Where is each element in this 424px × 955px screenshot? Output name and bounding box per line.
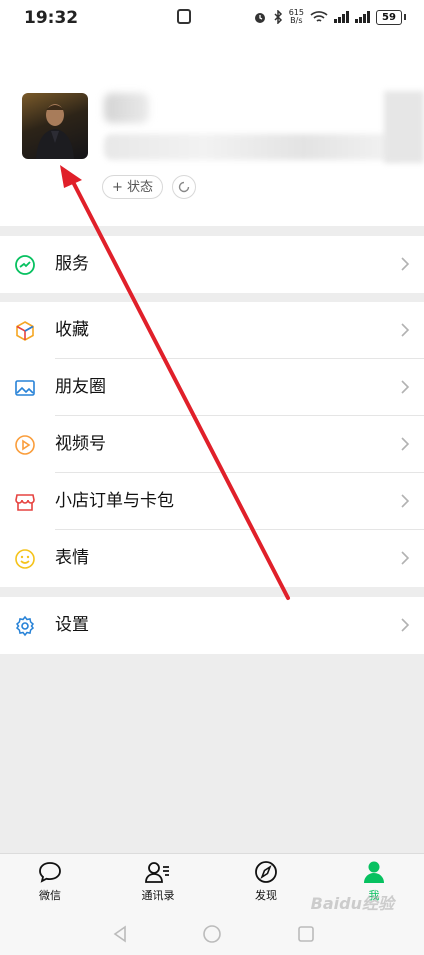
settings-section: 设置	[0, 597, 424, 654]
wechat-id-blurred[interactable]	[104, 134, 404, 160]
qr-area-blurred[interactable]	[384, 91, 424, 163]
battery-icon: 59	[376, 9, 406, 25]
nickname-blurred	[104, 93, 149, 123]
tab-label: 通讯录	[141, 889, 175, 902]
tab-label: 微信	[39, 889, 61, 902]
tab-contacts[interactable]: 通讯录	[118, 860, 198, 903]
moments-picture-icon	[15, 380, 35, 396]
menu-label: 表情	[55, 548, 89, 568]
alarm-icon	[254, 13, 265, 23]
menu-item-settings[interactable]: 设置	[0, 597, 424, 654]
chat-bubble-icon	[39, 862, 61, 883]
net-speed: 615 B/s	[288, 8, 304, 25]
status-refresh-button[interactable]	[172, 175, 196, 199]
chevron-right-icon	[401, 257, 410, 271]
avatar[interactable]	[22, 93, 88, 159]
chevron-right-icon	[401, 323, 410, 337]
tab-chats[interactable]: 微信	[10, 860, 90, 903]
favorites-cube-icon	[16, 321, 34, 341]
menu-label: 视频号	[55, 434, 106, 454]
profile-header: + 状态	[0, 36, 424, 226]
status-icons: 615 B/s 59	[253, 8, 406, 25]
bluetooth-icon	[274, 10, 282, 24]
menu-item-orders-cards[interactable]: 小店订单与卡包	[0, 473, 424, 530]
home-icon[interactable]	[202, 924, 222, 944]
add-status-button[interactable]: + 状态	[102, 175, 164, 199]
shop-icon	[15, 494, 35, 511]
menu-item-stickers[interactable]: 表情	[0, 530, 424, 587]
menu-item-service[interactable]: 服务	[0, 236, 424, 293]
person-icon	[364, 861, 384, 883]
chevron-right-icon	[401, 380, 410, 394]
contacts-icon	[145, 862, 169, 883]
system-nav-bar	[0, 913, 424, 955]
refresh-icon	[178, 181, 190, 193]
back-icon[interactable]	[110, 924, 130, 944]
menu-label: 设置	[55, 615, 89, 635]
gear-icon	[15, 615, 35, 637]
main-menu-section: 收藏 朋友圈 视频号 小店订单与卡包 表情	[0, 302, 424, 587]
recents-icon[interactable]	[296, 924, 316, 944]
menu-item-moments[interactable]: 朋友圈	[0, 359, 424, 416]
menu-label: 收藏	[55, 320, 89, 340]
smiley-icon	[15, 549, 35, 569]
avatar-photo	[36, 104, 74, 159]
service-icon	[15, 255, 35, 275]
watermark: Baidu经验	[310, 894, 394, 913]
signal-1-icon	[334, 11, 349, 23]
wifi-icon	[310, 10, 328, 22]
menu-label: 服务	[55, 254, 89, 274]
chevron-right-icon	[401, 551, 410, 565]
chevron-right-icon	[401, 494, 410, 508]
channels-play-icon	[15, 435, 35, 455]
menu-label: 小店订单与卡包	[55, 491, 174, 511]
signal-2-icon	[355, 11, 370, 23]
status-bar: 19:32 615 B/s 59	[0, 0, 424, 36]
chevron-right-icon	[401, 618, 410, 632]
service-section: 服务	[0, 236, 424, 293]
compass-icon	[255, 861, 277, 883]
menu-item-favorites[interactable]: 收藏	[0, 302, 424, 359]
status-time: 19:32	[24, 8, 79, 28]
nfc-icon	[177, 9, 191, 24]
chevron-right-icon	[401, 437, 410, 451]
tab-discover[interactable]: 发现	[226, 860, 306, 903]
menu-label: 朋友圈	[55, 377, 106, 397]
menu-item-channels[interactable]: 视频号	[0, 416, 424, 473]
tab-label: 发现	[255, 889, 277, 902]
